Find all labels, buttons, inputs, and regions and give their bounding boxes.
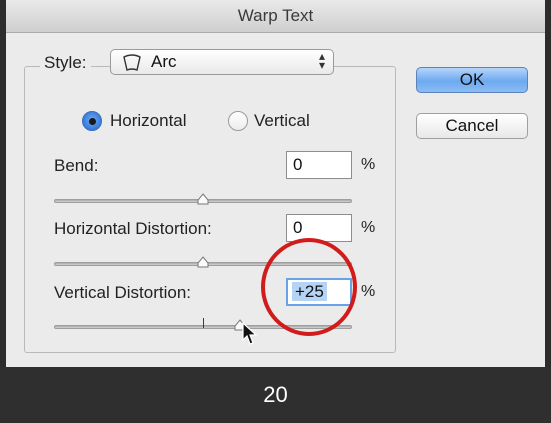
horizontal-distortion-label: Horizontal Distortion: xyxy=(54,219,212,238)
horizontal-distortion-input[interactable]: 0 xyxy=(286,214,352,242)
vertical-radio-label[interactable]: Vertical xyxy=(254,111,310,131)
horizontal-distortion-slider-thumb[interactable] xyxy=(197,256,209,268)
warp-text-dialog: Warp Text Style: Arc ▴ ▾ Horizontal Verti… xyxy=(0,0,551,367)
mouse-cursor-icon xyxy=(242,322,258,345)
style-select-value: Arc xyxy=(151,52,177,71)
updown-arrows-icon: ▴ ▾ xyxy=(318,49,325,72)
highlight-circle-annotation xyxy=(261,238,357,336)
dialog-title: Warp Text xyxy=(6,0,545,33)
bend-input[interactable]: 0 xyxy=(286,151,352,179)
horizontal-radio[interactable] xyxy=(82,111,102,131)
cancel-button[interactable]: Cancel xyxy=(416,113,528,139)
vertical-radio[interactable] xyxy=(228,111,248,131)
page-number: 20 xyxy=(0,367,551,423)
bend-label: Bend: xyxy=(54,156,99,175)
vertical-distortion-center-tick xyxy=(203,318,204,328)
vertical-distortion-unit: % xyxy=(361,283,376,300)
horizontal-distortion-unit: % xyxy=(361,219,376,236)
arc-icon xyxy=(123,54,141,71)
bend-unit: % xyxy=(361,156,376,173)
style-label: Style: xyxy=(40,53,91,73)
horizontal-radio-label[interactable]: Horizontal xyxy=(110,111,187,131)
vertical-distortion-label: Vertical Distortion: xyxy=(54,283,191,302)
bend-slider-thumb[interactable] xyxy=(197,193,209,205)
ok-button[interactable]: OK xyxy=(416,67,528,93)
style-select[interactable]: Arc ▴ ▾ xyxy=(110,49,334,75)
orientation-radio-group: Horizontal Vertical xyxy=(6,111,376,135)
